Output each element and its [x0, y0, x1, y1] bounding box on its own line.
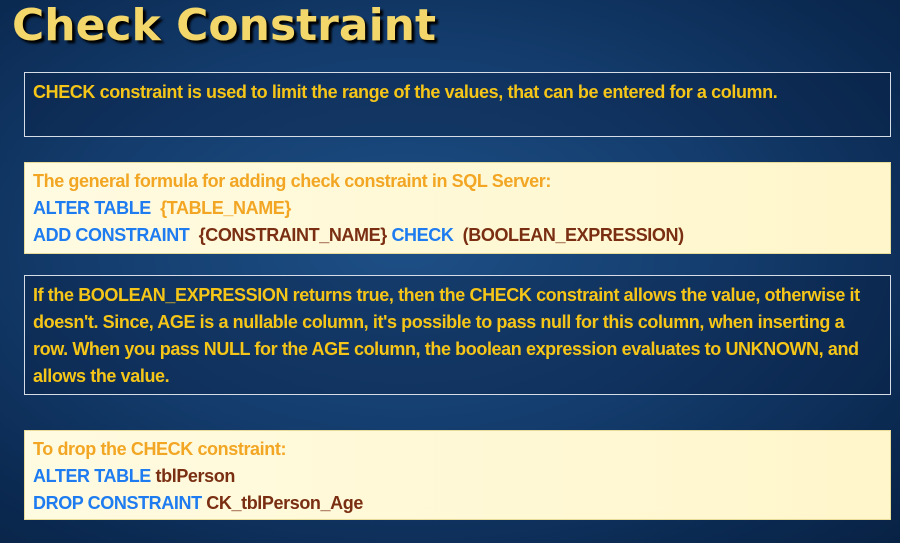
explanation-box: If the BOOLEAN_EXPRESSION returns true, …: [24, 275, 891, 395]
formula-box: The general formula for adding check con…: [24, 162, 891, 254]
drop-line-drop-constraint: DROP CONSTRAINT CK_tblPerson_Age: [33, 490, 880, 517]
drop-constraint-name: CK_tblPerson_Age: [206, 493, 363, 513]
formula-boolean-expression: (BOOLEAN_EXPRESSION): [462, 225, 684, 245]
formula-table-name-placeholder: {TABLE_NAME}: [160, 198, 292, 218]
drop-line-alter-table: ALTER TABLE tblPerson: [33, 463, 880, 490]
formula-alter-table-keyword: ALTER TABLE: [33, 198, 151, 218]
definition-box: CHECK constraint is used to limit the ra…: [24, 72, 891, 137]
drop-alter-table-keyword: ALTER TABLE: [33, 466, 151, 486]
formula-constraint-name-placeholder: {CONSTRAINT_NAME}: [198, 225, 388, 245]
formula-line-alter-table: ALTER TABLE {TABLE_NAME}: [33, 195, 880, 222]
slide-title: Check Constraint: [12, 0, 437, 51]
drop-heading: To drop the CHECK constraint:: [33, 439, 287, 459]
drop-box: To drop the CHECK constraint: ALTER TABL…: [24, 430, 891, 520]
definition-text: CHECK constraint is used to limit the ra…: [33, 82, 778, 102]
explanation-text: If the BOOLEAN_EXPRESSION returns true, …: [33, 285, 860, 386]
drop-constraint-keyword: DROP CONSTRAINT: [33, 493, 202, 513]
formula-add-constraint-keyword: ADD CONSTRAINT: [33, 225, 190, 245]
formula-heading: The general formula for adding check con…: [33, 171, 551, 191]
formula-check-keyword: CHECK: [391, 225, 454, 245]
formula-line-add-constraint: ADD CONSTRAINT {CONSTRAINT_NAME} CHECK (…: [33, 222, 880, 249]
drop-table-name: tblPerson: [155, 466, 236, 486]
